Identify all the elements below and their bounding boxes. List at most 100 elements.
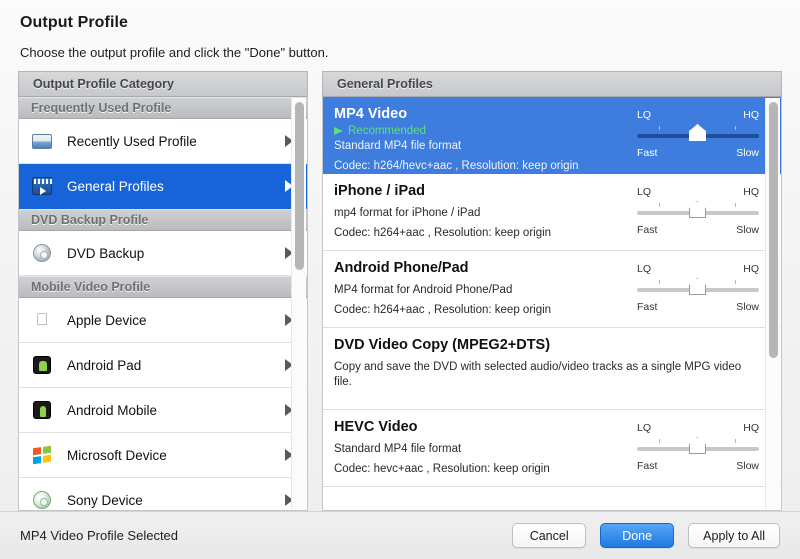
- slider-thumb[interactable]: [689, 124, 706, 141]
- recommended-label: Recommended: [348, 125, 426, 137]
- android-pad-icon: [31, 354, 53, 376]
- slider-thumb[interactable]: [689, 437, 706, 454]
- slider-label-lq: LQ: [637, 422, 652, 434]
- android-mobile-icon: [31, 399, 53, 421]
- slider-thumb[interactable]: [689, 278, 706, 295]
- slider-label-fast: Fast: [637, 147, 658, 159]
- quality-slider[interactable]: LQ HQ Fast Slow: [637, 263, 759, 313]
- profiles-list[interactable]: MP4 Video Recommended Standard MP4 file …: [322, 97, 782, 511]
- quality-slider[interactable]: LQ HQ Fast Slow: [637, 422, 759, 472]
- profile-row-hevc-video[interactable]: HEVC Video Standard MP4 file format Code…: [323, 410, 781, 487]
- apple-icon: : [31, 309, 53, 331]
- sidebar-item-label: Android Pad: [67, 357, 142, 373]
- sidebar-item-label: Android Mobile: [67, 402, 158, 418]
- slider-label-hq: HQ: [743, 186, 759, 198]
- profile-row-mp4-video[interactable]: MP4 Video Recommended Standard MP4 file …: [323, 97, 781, 174]
- tray-icon: [31, 130, 53, 152]
- slider-track-wrap[interactable]: [637, 201, 759, 218]
- output-profile-dialog: Output Profile Choose the output profile…: [0, 0, 800, 559]
- profile-codec: Codec: h264/hevc+aac , Resolution: keep …: [334, 160, 579, 172]
- sidebar-item-general-profiles[interactable]: General Profiles: [19, 164, 307, 209]
- slider-bottom-labels: Fast Slow: [637, 301, 759, 313]
- category-scrollbar[interactable]: [291, 98, 306, 509]
- sidebar-item-label: Apple Device: [67, 312, 147, 328]
- profile-row-dvd-video-copy[interactable]: DVD Video Copy (MPEG2+DTS) Copy and save…: [323, 328, 781, 410]
- profiles-scrollbar[interactable]: [765, 98, 780, 509]
- profile-description: Copy and save the DVD with selected audi…: [334, 361, 742, 388]
- slider-label-fast: Fast: [637, 460, 658, 472]
- sidebar-item-label: General Profiles: [67, 178, 164, 194]
- slider-label-hq: HQ: [743, 109, 759, 121]
- quality-slider[interactable]: LQ HQ Fast Slow: [637, 109, 759, 159]
- slider-label-lq: LQ: [637, 109, 652, 121]
- slider-tick: [659, 203, 660, 207]
- slider-label-hq: HQ: [743, 263, 759, 275]
- slider-top-labels: LQ HQ: [637, 263, 759, 275]
- profiles-column-header: General Profiles: [322, 71, 782, 97]
- sidebar-item-recently-used-profile[interactable]: Recently Used Profile: [19, 119, 307, 164]
- slider-thumb[interactable]: [689, 201, 706, 218]
- slider-tick: [735, 203, 736, 207]
- category-scrollbar-thumb[interactable]: [295, 102, 304, 270]
- sidebar-item-microsoft-device[interactable]: Microsoft Device: [19, 433, 307, 478]
- slider-bottom-labels: Fast Slow: [637, 224, 759, 236]
- windows-icon: [31, 444, 53, 466]
- profiles-column: General Profiles MP4 Video Recommended S…: [322, 71, 782, 511]
- columns-container: Output Profile Category Frequently Used …: [18, 71, 782, 511]
- dialog-footer: MP4 Video Profile Selected Cancel Done A…: [0, 511, 800, 559]
- slider-top-labels: LQ HQ: [637, 186, 759, 198]
- sidebar-item-label: Sony Device: [67, 492, 143, 508]
- slider-label-fast: Fast: [637, 224, 658, 236]
- slider-label-fast: Fast: [637, 301, 658, 313]
- quality-slider[interactable]: LQ HQ Fast Slow: [637, 186, 759, 236]
- slider-label-slow: Slow: [736, 224, 759, 236]
- profile-row-android-phone-pad[interactable]: Android Phone/Pad MP4 format for Android…: [323, 251, 781, 328]
- category-column: Output Profile Category Frequently Used …: [18, 71, 308, 511]
- slider-bottom-labels: Fast Slow: [637, 147, 759, 159]
- profiles-scrollbar-thumb[interactable]: [769, 102, 778, 358]
- sidebar-item-sony-device[interactable]: Sony Device: [19, 478, 307, 510]
- page-subtitle: Choose the output profile and click the …: [20, 45, 329, 60]
- slider-tick: [735, 280, 736, 284]
- slider-label-slow: Slow: [736, 301, 759, 313]
- slider-label-hq: HQ: [743, 422, 759, 434]
- sidebar-item-android-mobile[interactable]: Android Mobile: [19, 388, 307, 433]
- page-title: Output Profile: [20, 14, 129, 31]
- slider-tick: [659, 126, 660, 130]
- slider-top-labels: LQ HQ: [637, 422, 759, 434]
- slider-tick: [735, 439, 736, 443]
- sidebar-item-apple-device[interactable]:  Apple Device: [19, 298, 307, 343]
- group-header-frequently-used: Frequently Used Profile: [19, 97, 307, 119]
- sidebar-item-label: DVD Backup: [67, 245, 145, 261]
- apply-to-all-button[interactable]: Apply to All: [688, 523, 780, 548]
- footer-buttons: Cancel Done Apply to All: [512, 523, 780, 548]
- disc-icon: [31, 242, 53, 264]
- arrow-right-icon: [334, 127, 343, 135]
- slider-track-wrap[interactable]: [637, 278, 759, 295]
- sidebar-item-label: Microsoft Device: [67, 447, 167, 463]
- group-header-mobile-video: Mobile Video Profile: [19, 276, 307, 298]
- group-header-dvd-backup: DVD Backup Profile: [19, 209, 307, 231]
- slider-label-slow: Slow: [736, 460, 759, 472]
- cancel-button[interactable]: Cancel: [512, 523, 587, 548]
- slider-track-wrap[interactable]: [637, 124, 759, 141]
- slider-label-lq: LQ: [637, 186, 652, 198]
- status-text: MP4 Video Profile Selected: [20, 528, 179, 543]
- category-column-header: Output Profile Category: [18, 71, 308, 97]
- dialog-header: Output Profile Choose the output profile…: [0, 0, 800, 60]
- slider-bottom-labels: Fast Slow: [637, 460, 759, 472]
- done-button[interactable]: Done: [600, 523, 675, 548]
- sony-icon: [31, 489, 53, 510]
- slider-label-lq: LQ: [637, 263, 652, 275]
- slider-tick: [659, 439, 660, 443]
- category-list[interactable]: Frequently Used Profile Recently Used Pr…: [18, 97, 308, 511]
- sidebar-item-android-pad[interactable]: Android Pad: [19, 343, 307, 388]
- sidebar-item-label: Recently Used Profile: [67, 133, 197, 149]
- slider-track-wrap[interactable]: [637, 437, 759, 454]
- profile-name: DVD Video Copy (MPEG2+DTS): [334, 337, 551, 353]
- slider-tick: [659, 280, 660, 284]
- sidebar-item-dvd-backup[interactable]: DVD Backup: [19, 231, 307, 276]
- slider-label-slow: Slow: [736, 147, 759, 159]
- profile-row-iphone-ipad[interactable]: iPhone / iPad mp4 format for iPhone / iP…: [323, 174, 781, 251]
- slider-tick: [735, 126, 736, 130]
